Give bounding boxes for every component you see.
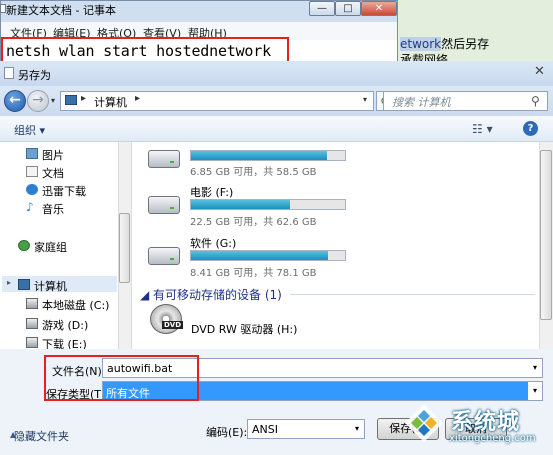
breadcrumb-separator[interactable]: ▸: [135, 93, 140, 104]
watermark-logo-icon: [405, 404, 443, 442]
forward-button[interactable]: →: [27, 90, 49, 112]
article-line-1: etwork然后另存: [400, 35, 489, 52]
drive-name[interactable]: 电影 (F:): [190, 184, 233, 200]
dialog-close-button[interactable]: ✕: [534, 64, 545, 79]
drive-led: [170, 258, 174, 260]
command-toolbar: [0, 116, 553, 142]
command-text[interactable]: netsh wlan start hostednetwork: [6, 42, 271, 60]
encoding-dropdown-icon[interactable]: ▾: [355, 424, 359, 433]
nav-item-computer[interactable]: 计算机: [34, 278, 67, 294]
nav-item-drive-d[interactable]: 游戏 (D:): [42, 317, 88, 333]
address-dropdown-icon[interactable]: ▾: [363, 95, 367, 104]
nav-item-drive-c[interactable]: 本地磁盘 (C:): [42, 297, 109, 313]
encoding-value[interactable]: ANSI: [252, 423, 278, 436]
drive-name[interactable]: 软件 (G:): [190, 235, 236, 251]
encoding-label: 编码(E):: [206, 426, 248, 439]
hide-folders-button[interactable]: 隐藏文件夹: [14, 428, 69, 444]
drive-d-icon: [26, 318, 38, 329]
drive-usage-bar: [190, 250, 346, 261]
form-highlight-box: [44, 355, 199, 401]
back-button[interactable]: ←: [4, 90, 26, 112]
breadcrumb-computer[interactable]: 计算机: [94, 94, 127, 110]
close-button[interactable]: ✕: [361, 1, 397, 16]
drive-icon[interactable]: [148, 150, 180, 168]
notepad-title: 新建文本文档 - 记事本: [6, 4, 116, 17]
drive-usage-bar: [190, 150, 346, 161]
dvd-drive-icon[interactable]: [150, 304, 182, 334]
search-placeholder: 搜索 计算机: [392, 96, 451, 109]
documents-icon: [26, 166, 38, 177]
organize-button[interactable]: 组织 ▾: [14, 122, 45, 138]
drive-led: [170, 161, 174, 163]
article-highlight: etwork: [400, 37, 442, 51]
drive-info: 22.5 GB 可用，共 62.6 GB: [190, 217, 317, 228]
group-divider: [290, 294, 535, 295]
nav-item-thunder-download[interactable]: 迅雷下载: [42, 183, 86, 199]
search-icon[interactable]: ⚲: [531, 94, 540, 108]
expand-arrow-icon[interactable]: ▸: [7, 278, 11, 287]
music-icon: ♪: [26, 200, 34, 214]
view-options-icon[interactable]: ☷ ▾: [472, 122, 493, 136]
drive-icon[interactable]: [148, 247, 180, 265]
filename-dropdown-icon[interactable]: ▾: [533, 363, 537, 372]
nav-item-music[interactable]: 音乐: [42, 201, 64, 217]
breadcrumb-separator[interactable]: ▸: [81, 93, 86, 104]
article-line-1-text: 然后另存: [441, 37, 490, 51]
dialog-titlebar: [0, 61, 553, 86]
dialog-title: 另存为: [18, 69, 51, 82]
thunder-download-icon: [26, 184, 38, 195]
drive-usage-fill: [191, 151, 327, 160]
dialog-doc-icon: [4, 67, 14, 79]
drive-led: [170, 207, 174, 209]
nav-item-pictures[interactable]: 图片: [42, 147, 64, 163]
minimize-button[interactable]: —: [309, 1, 335, 16]
nav-item-homegroup[interactable]: 家庭组: [34, 239, 67, 255]
drive-info: 8.41 GB 可用，共 78.1 GB: [190, 268, 317, 279]
drive-icon[interactable]: [148, 196, 180, 214]
drive-usage-bar: [190, 199, 346, 210]
computer-icon: [65, 95, 77, 105]
content-scroll-thumb[interactable]: [540, 150, 552, 320]
recent-pages-dropdown-icon[interactable]: ▾: [51, 96, 55, 105]
watermark-url: xitongcheng.com: [449, 433, 536, 444]
nav-item-documents[interactable]: 文档: [42, 165, 64, 181]
drive-e-icon: [26, 337, 38, 348]
drive-usage-fill: [191, 251, 329, 260]
dvd-drive-name[interactable]: DVD RW 驱动器 (H:): [191, 321, 297, 337]
maximize-button[interactable]: □: [335, 1, 361, 16]
watermark-brand: 系统城: [451, 410, 521, 435]
drive-info: 6.85 GB 可用，共 58.5 GB: [190, 167, 317, 178]
dvd-badge: DVD: [162, 321, 184, 329]
computer-icon: [18, 279, 30, 290]
help-icon[interactable]: ?: [523, 121, 538, 136]
homegroup-icon: [18, 240, 30, 251]
removable-storage-header[interactable]: ◢ 有可移动存储的设备 (1): [140, 286, 282, 303]
drive-c-icon: [26, 298, 38, 309]
drive-usage-fill: [191, 200, 290, 209]
pictures-icon: [26, 148, 38, 159]
filetype-dropdown-icon[interactable]: ▾: [533, 386, 537, 395]
nav-scroll-thumb[interactable]: [119, 213, 130, 283]
